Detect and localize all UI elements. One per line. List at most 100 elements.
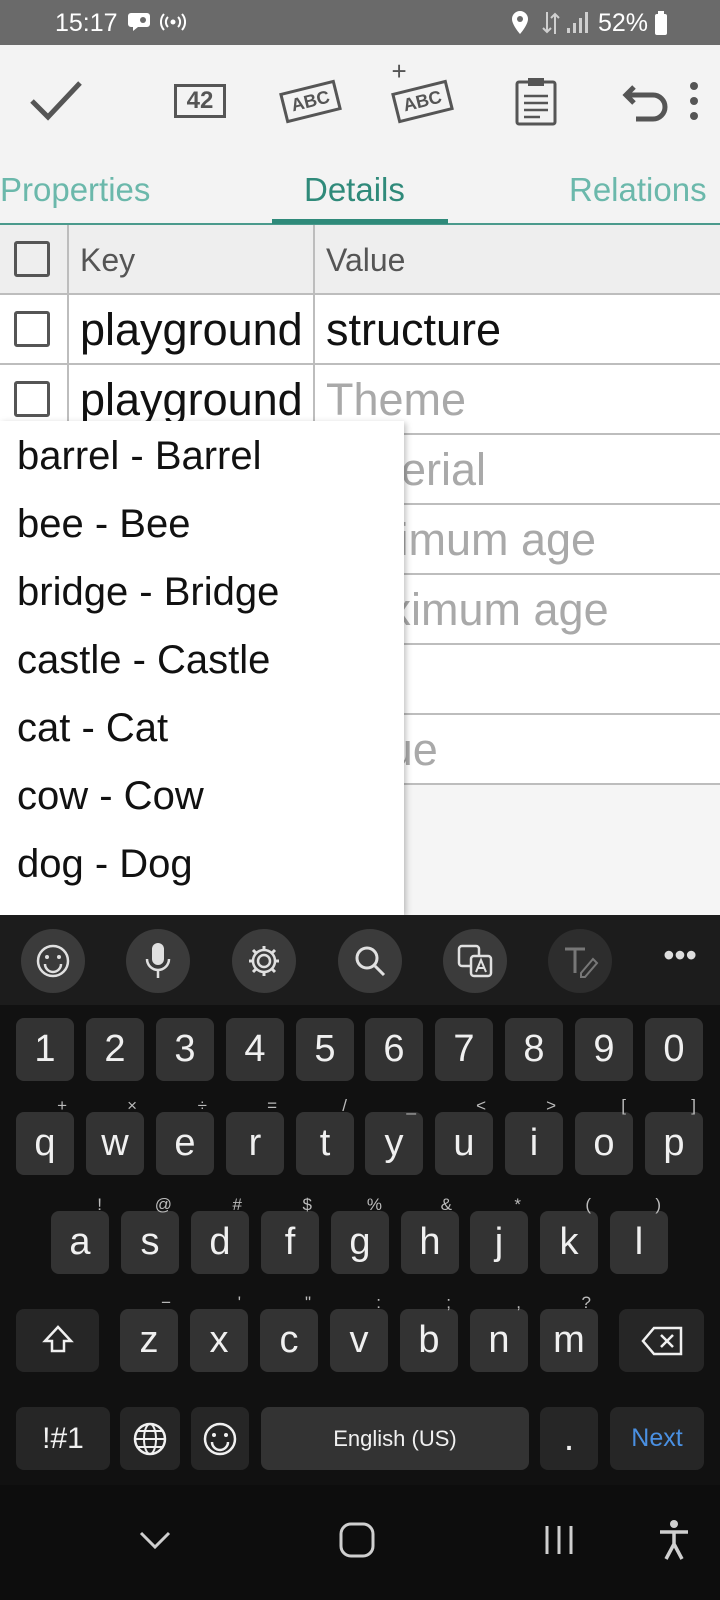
key-field[interactable]: playground	[69, 295, 315, 363]
paste-button[interactable]	[504, 69, 568, 133]
key-label: t	[319, 1122, 331, 1164]
key-sub-label: /	[342, 1096, 347, 1115]
key[interactable]: 4	[226, 1018, 284, 1081]
row-checkbox[interactable]	[14, 311, 50, 347]
hide-keyboard-button[interactable]	[125, 1515, 185, 1565]
row-checkbox[interactable]	[14, 381, 50, 417]
key-label: z	[139, 1319, 159, 1361]
keyboard-more-button[interactable]: •••	[660, 937, 700, 977]
key-d[interactable]: d #	[191, 1195, 249, 1274]
key-z[interactable]: z −	[120, 1293, 178, 1372]
key-label: o	[593, 1122, 615, 1164]
key[interactable]: 9	[575, 1018, 633, 1081]
key[interactable]: 1	[16, 1018, 74, 1081]
broadcast-icon	[160, 10, 186, 41]
key-h[interactable]: h &	[401, 1195, 459, 1274]
key-m[interactable]: m?	[540, 1293, 598, 1372]
key-label: m	[553, 1319, 585, 1361]
key-sub-label: −	[161, 1293, 171, 1312]
add-text-tag-button[interactable]: + ABC	[390, 56, 454, 133]
key[interactable]: 3	[156, 1018, 214, 1081]
key[interactable]: 6	[365, 1018, 423, 1081]
emoji-key[interactable]	[191, 1407, 249, 1470]
backspace-key[interactable]	[619, 1309, 704, 1372]
emoji-panel-button[interactable]	[21, 929, 85, 993]
recents-button[interactable]	[529, 1515, 589, 1565]
undo-icon	[622, 85, 668, 122]
key-sub-label: [	[621, 1096, 626, 1115]
accessibility-button[interactable]	[644, 1515, 704, 1565]
messenger-icon	[128, 10, 154, 41]
suggestion-item[interactable]: bridge - Bridge	[17, 570, 279, 615]
suggestion-item[interactable]: barrel - Barrel	[17, 434, 262, 479]
key-r[interactable]: r =	[226, 1096, 284, 1175]
key[interactable]: 2	[86, 1018, 144, 1081]
key-e[interactable]: e ÷	[156, 1096, 214, 1175]
key[interactable]: 5	[296, 1018, 354, 1081]
key-w[interactable]: w ×	[86, 1096, 144, 1175]
key-u[interactable]: u <	[435, 1096, 493, 1175]
key-f[interactable]: f $	[261, 1195, 319, 1274]
number-field-button[interactable]: 42	[168, 69, 232, 133]
shift-key[interactable]	[16, 1309, 99, 1372]
tab-details[interactable]: Details	[304, 171, 405, 209]
tab-properties[interactable]: Properties	[0, 171, 150, 209]
keyboard-settings-button[interactable]	[232, 929, 296, 993]
key-c[interactable]: c "	[260, 1293, 318, 1372]
key-n[interactable]: n,	[470, 1293, 528, 1372]
chevron-down-icon	[139, 1531, 171, 1550]
suggestion-item[interactable]: bee - Bee	[17, 502, 190, 547]
symbols-key[interactable]: !#1	[16, 1407, 110, 1470]
microphone-icon	[145, 943, 171, 978]
key-label: s	[140, 1221, 160, 1263]
period-key[interactable]: .	[540, 1407, 598, 1470]
key-b[interactable]: b;	[400, 1293, 458, 1372]
key-sub-label: @	[154, 1195, 172, 1214]
emoji-icon	[203, 1422, 237, 1456]
key-sub-label: (	[585, 1195, 591, 1214]
undo-button[interactable]	[614, 69, 678, 133]
key-sub-label: ;	[446, 1293, 451, 1312]
key[interactable]: 0	[645, 1018, 703, 1081]
key-v[interactable]: v:	[330, 1293, 388, 1372]
key-s[interactable]: s @	[121, 1195, 179, 1274]
key-o[interactable]: o[	[575, 1096, 633, 1175]
key-y[interactable]: y _	[365, 1096, 423, 1175]
key-a[interactable]: a!	[51, 1195, 109, 1274]
number-badge-label: 42	[186, 87, 214, 114]
handwriting-button[interactable]	[548, 929, 612, 993]
recents-icon	[545, 1526, 573, 1554]
voice-input-button[interactable]	[126, 929, 190, 993]
key[interactable]: 8	[505, 1018, 563, 1081]
key-p[interactable]: p]	[645, 1096, 703, 1175]
suggestion-item[interactable]: cow - Cow	[17, 774, 204, 819]
key-k[interactable]: k(	[540, 1195, 598, 1274]
suggestion-item[interactable]: castle - Castle	[17, 638, 270, 683]
language-key[interactable]	[120, 1407, 180, 1470]
key-j[interactable]: j *	[470, 1195, 528, 1274]
key-i[interactable]: i >	[505, 1096, 563, 1175]
home-button[interactable]	[327, 1515, 387, 1565]
text-tag-button[interactable]: ABC	[278, 69, 342, 133]
translate-button[interactable]	[443, 929, 507, 993]
key-label: x	[209, 1319, 229, 1361]
suggestion-item[interactable]: dog - Dog	[17, 842, 193, 887]
key-t[interactable]: t /	[296, 1096, 354, 1175]
overflow-menu-button[interactable]	[682, 69, 706, 133]
key-sub-label: "	[304, 1293, 311, 1312]
tab-relations[interactable]: Relations	[569, 171, 707, 209]
suggestion-item[interactable]: cat - Cat	[17, 706, 168, 751]
key-l[interactable]: l)	[610, 1195, 668, 1274]
key[interactable]: 7	[435, 1018, 493, 1081]
key-g[interactable]: g%	[331, 1195, 389, 1274]
apply-button[interactable]	[24, 69, 88, 133]
space-key[interactable]: English (US)	[261, 1407, 529, 1470]
next-key[interactable]: Next	[610, 1407, 704, 1470]
key-q[interactable]: q +	[16, 1096, 74, 1175]
key-x[interactable]: x '	[190, 1293, 248, 1372]
keyboard-search-button[interactable]	[338, 929, 402, 993]
system-nav-bar	[0, 1485, 720, 1600]
select-all-checkbox[interactable]	[14, 241, 50, 277]
value-field[interactable]: structure	[315, 295, 720, 363]
key-label: n	[488, 1319, 510, 1361]
